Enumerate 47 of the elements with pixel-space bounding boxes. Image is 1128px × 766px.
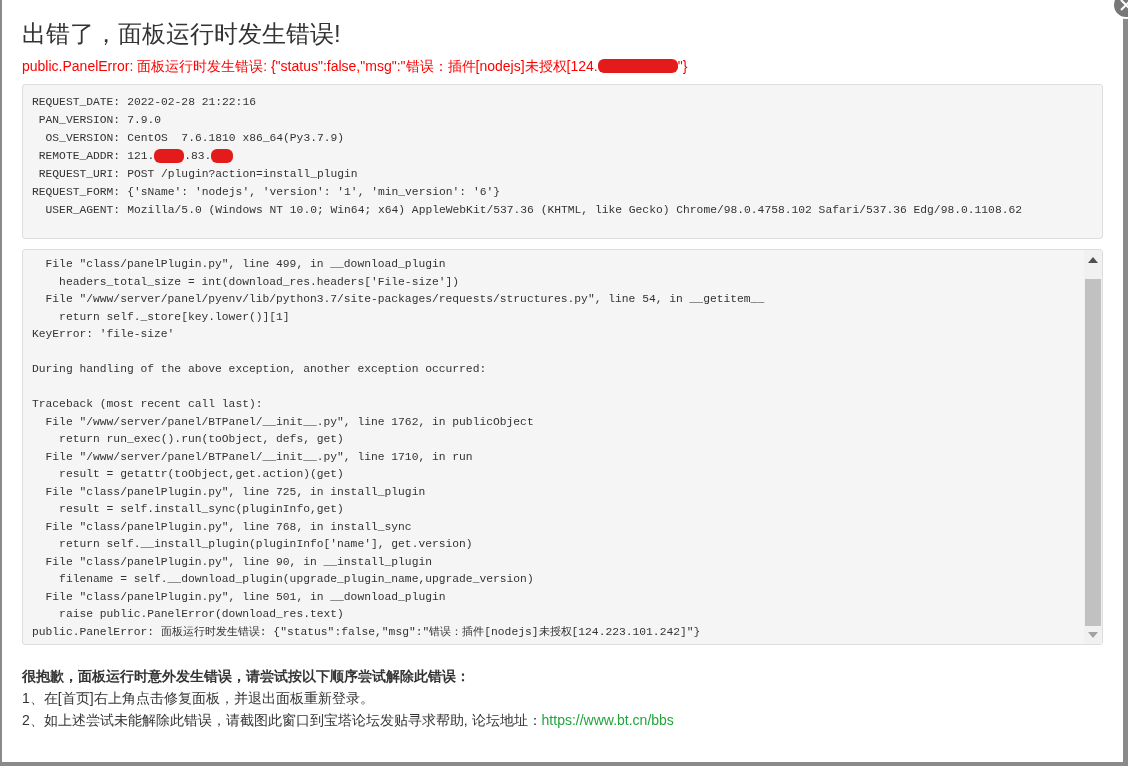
traceback-line: headers_total_size = int(download_res.headers['File-size']) — [58, 274, 460, 290]
redaction-mark — [154, 149, 185, 163]
scrollbar[interactable] — [1084, 250, 1102, 644]
traceback-line: raise public.PanelError(download_res.text) — [58, 607, 344, 622]
traceback-line: return run_exec().run(toObject, defs, get) — [58, 432, 344, 447]
traceback-line: File "class/panelPlugin.py", line 725, in install_plugin — [44, 484, 426, 500]
info-value: .83. — [184, 149, 212, 164]
info-value: CentOS 7.6.1810 x86_64(Py3.7.9) — [127, 131, 345, 146]
traceback-line: File "class/panelPlugin.py", line 90, in __install_plugin — [44, 554, 432, 570]
traceback-line: During handling of the above exception, another exception occurred: — [32, 362, 487, 377]
info-value: 7.9.0 — [127, 113, 162, 128]
info-label: REQUEST_URI: — [37, 167, 121, 182]
info-label: REMOTE_ADDR: — [37, 149, 121, 164]
info-value: POST /plugin?action=install_plugin — [127, 167, 358, 182]
info-label: REQUEST_DATE: — [32, 95, 121, 110]
traceback-line: Traceback (most recent call last): — [32, 397, 263, 412]
help-step: 2、如上述尝试未能解除此错误，请截图此窗口到宝塔论坛发贴寻求帮助, 论坛地址： — [22, 709, 542, 731]
traceback-line: File "class/panelPlugin.py", line 501, in __download_plugin — [44, 589, 446, 605]
traceback-line: result = self.install_sync(pluginInfo,get) — [58, 502, 344, 517]
info-value: Mozilla/5.0 (Windows NT 10.0; Win64; x64) AppleWebKit/537.36 (KHTML, like Gecko) Chrome/98.0.4758.102 Safari/537.36 Edg/98.0.1108.62 — [127, 203, 1022, 218]
traceback-line: File "/www/server/panel/pyenv/lib/python3.7/site-packages/requests/structures.py", line 54, in __getitem__ — [44, 292, 765, 307]
traceback-line: File "class/panelPlugin.py", line 768, in install_sync — [44, 519, 412, 535]
info-label: REQUEST_FORM: — [32, 185, 121, 200]
info-label: USER_AGENT: — [44, 203, 121, 218]
traceback-line: File "/www/server/panel/BTPanel/__init__.py", line 1762, in publicObject — [44, 414, 534, 430]
scroll-up-icon[interactable] — [1088, 257, 1098, 263]
dialog-title: 出错了，面板运行时发生错误! — [22, 19, 342, 49]
info-value: 121. — [127, 149, 155, 164]
info-value: {'sName': 'nodejs', 'version': '1', 'min_version': '6'} — [127, 185, 500, 200]
traceback-line: filename = self.__download_plugin(upgrade_plugin_name,upgrade_version) — [58, 572, 534, 587]
traceback-line: File "/www/server/panel/BTPanel/__init__.py", line 1710, in run — [44, 449, 473, 465]
redaction-mark — [211, 149, 234, 163]
help-step: 1、在[首页]右上角点击修复面板，并退出面板重新登录。 — [22, 687, 374, 709]
forum-link[interactable]: https://www.bt.cn/bbs — [541, 709, 674, 731]
traceback-line: KeyError: 'file-size' — [32, 327, 175, 342]
scrollbar-thumb[interactable] — [1085, 279, 1101, 626]
info-label: PAN_VERSION: — [37, 113, 121, 128]
traceback-line: public.PanelError: 面板运行时发生错误: {"status":false,"msg":"错误：插件[nodejs]未授权[124.223.101.242]"} — [32, 624, 701, 640]
traceback-line: return self._store[key.lower()][1] — [58, 309, 290, 325]
traceback-line: File "class/panelPlugin.py", line 499, in __download_plugin — [44, 257, 446, 272]
scroll-down-icon[interactable] — [1088, 632, 1098, 638]
info-value: 2022-02-28 21:22:16 — [127, 95, 256, 110]
help-heading: 很抱歉，面板运行时意外发生错误，请尝试按以下顺序尝试解除此错误： — [22, 667, 471, 686]
info-label: OS_VERSION: — [44, 131, 121, 146]
error-message: public.PanelError: 面板运行时发生错误: {"status":false,"msg":"错误：插件[nodejs]未授权[124. "} — [22, 57, 689, 76]
traceback-line: result = getattr(toObject,get.action)(get) — [58, 467, 344, 482]
traceback-line: return self.__install_plugin(pluginInfo['name'], get.version) — [58, 537, 473, 552]
